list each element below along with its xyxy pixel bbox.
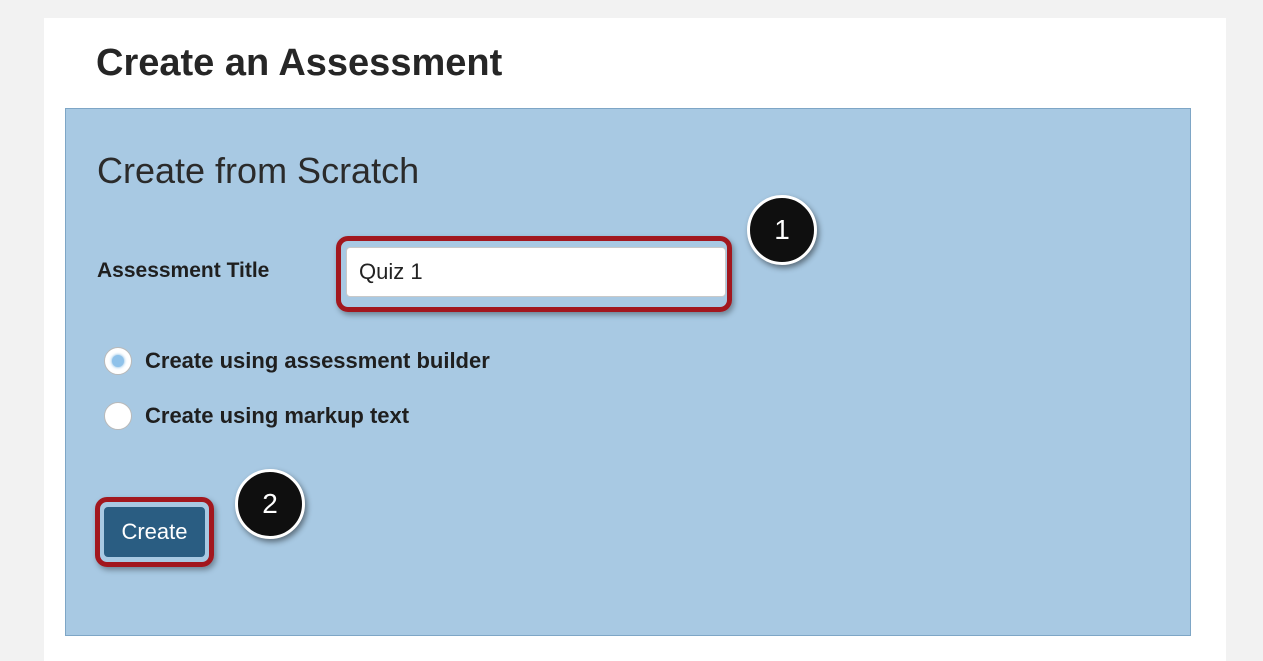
step-1-callout: 1	[747, 195, 817, 265]
option-markup-text[interactable]: Create using markup text	[104, 400, 409, 432]
radio-button-unselected[interactable]	[104, 402, 132, 430]
option-assessment-builder[interactable]: Create using assessment builder	[104, 345, 490, 377]
option-markup-text-label: Create using markup text	[145, 403, 410, 428]
page-title: Create an Assessment	[96, 42, 503, 84]
option-assessment-builder-label: Create using assessment builder	[145, 348, 490, 373]
step-2-callout: 2	[235, 469, 305, 539]
assessment-title-input[interactable]	[346, 247, 726, 297]
radio-button-selected[interactable]	[104, 347, 132, 375]
panel-title: Create from Scratch	[97, 150, 420, 191]
assessment-title-label: Assessment Title	[97, 259, 270, 282]
create-button[interactable]: Create	[104, 507, 205, 557]
